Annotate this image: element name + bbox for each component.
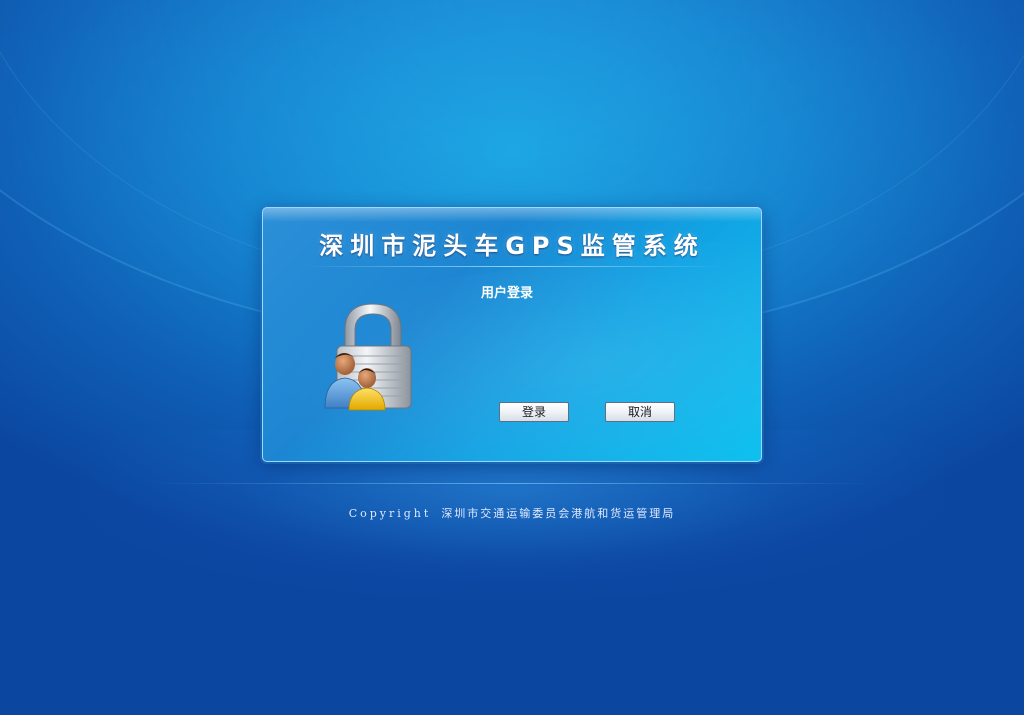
cancel-button[interactable]: 取消	[605, 402, 675, 422]
system-title: 深圳市泥头车GPS监管系统	[319, 232, 705, 260]
title-divider	[303, 266, 723, 267]
copyright-label: Copyright	[348, 507, 432, 520]
login-button[interactable]: 登录	[499, 402, 569, 422]
copyright-footer: Copyright 深圳市交通运输委员会港航和货运管理局	[0, 505, 1024, 521]
dialog-gloss	[263, 208, 761, 222]
floor-line	[150, 483, 874, 484]
copyright-organization: 深圳市交通运输委员会港航和货运管理局	[441, 507, 676, 520]
lock-users-icon	[323, 300, 423, 412]
login-dialog: 深圳市泥头车GPS监管系统 用户登录 登录 取消	[262, 207, 762, 462]
login-page: 深圳市泥头车GPS监管系统 用户登录 登录 取消 Copyright 深圳市交通…	[0, 0, 1024, 715]
login-heading: 用户登录	[481, 286, 534, 301]
